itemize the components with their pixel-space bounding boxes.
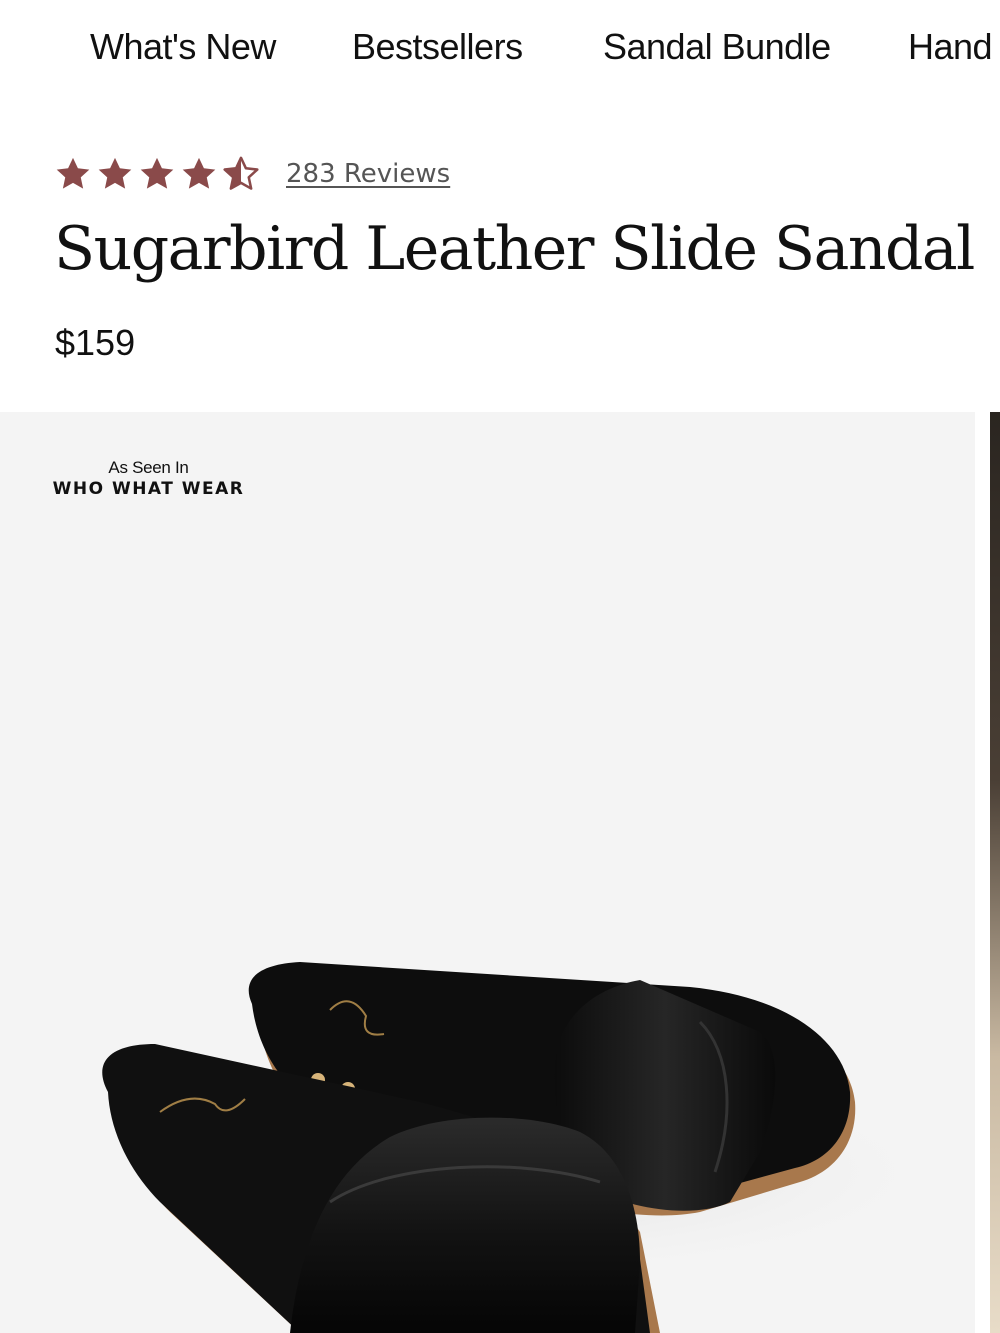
nav-item-bestsellers[interactable]: Bestsellers xyxy=(352,26,523,68)
rating-row: 283 Reviews xyxy=(54,152,450,196)
press-badge: As Seen In WHO WHAT WEAR xyxy=(46,458,251,500)
star-full-icon xyxy=(56,157,90,189)
star-full-icon xyxy=(140,157,174,189)
nav-item-sandal-bundle[interactable]: Sandal Bundle xyxy=(603,26,831,68)
nav-item-whats-new[interactable]: What's New xyxy=(90,26,276,68)
product-title: Sugarbird Leather Slide Sandal xyxy=(54,214,975,284)
press-kicker: As Seen In xyxy=(108,458,189,477)
star-rating xyxy=(54,155,264,193)
category-nav: What's New Bestsellers Sandal Bundle Han… xyxy=(0,0,1000,100)
product-price: $159 xyxy=(55,322,136,363)
star-full-icon xyxy=(182,157,216,189)
star-half-icon xyxy=(223,156,259,190)
press-publication-name: WHO WHAT WEAR xyxy=(52,479,245,499)
sandal-product-image xyxy=(80,962,960,1333)
gallery-slide-main[interactable]: As Seen In WHO WHAT WEAR xyxy=(0,412,975,1333)
gallery-slide-next-peek[interactable] xyxy=(990,412,1000,1333)
reviews-link[interactable]: 283 Reviews xyxy=(286,159,450,189)
product-page: What's New Bestsellers Sandal Bundle Han… xyxy=(0,0,1000,1333)
star-full-icon xyxy=(98,157,132,189)
nav-item-hand[interactable]: Hand xyxy=(908,26,993,68)
product-gallery[interactable]: As Seen In WHO WHAT WEAR xyxy=(0,412,1000,1333)
